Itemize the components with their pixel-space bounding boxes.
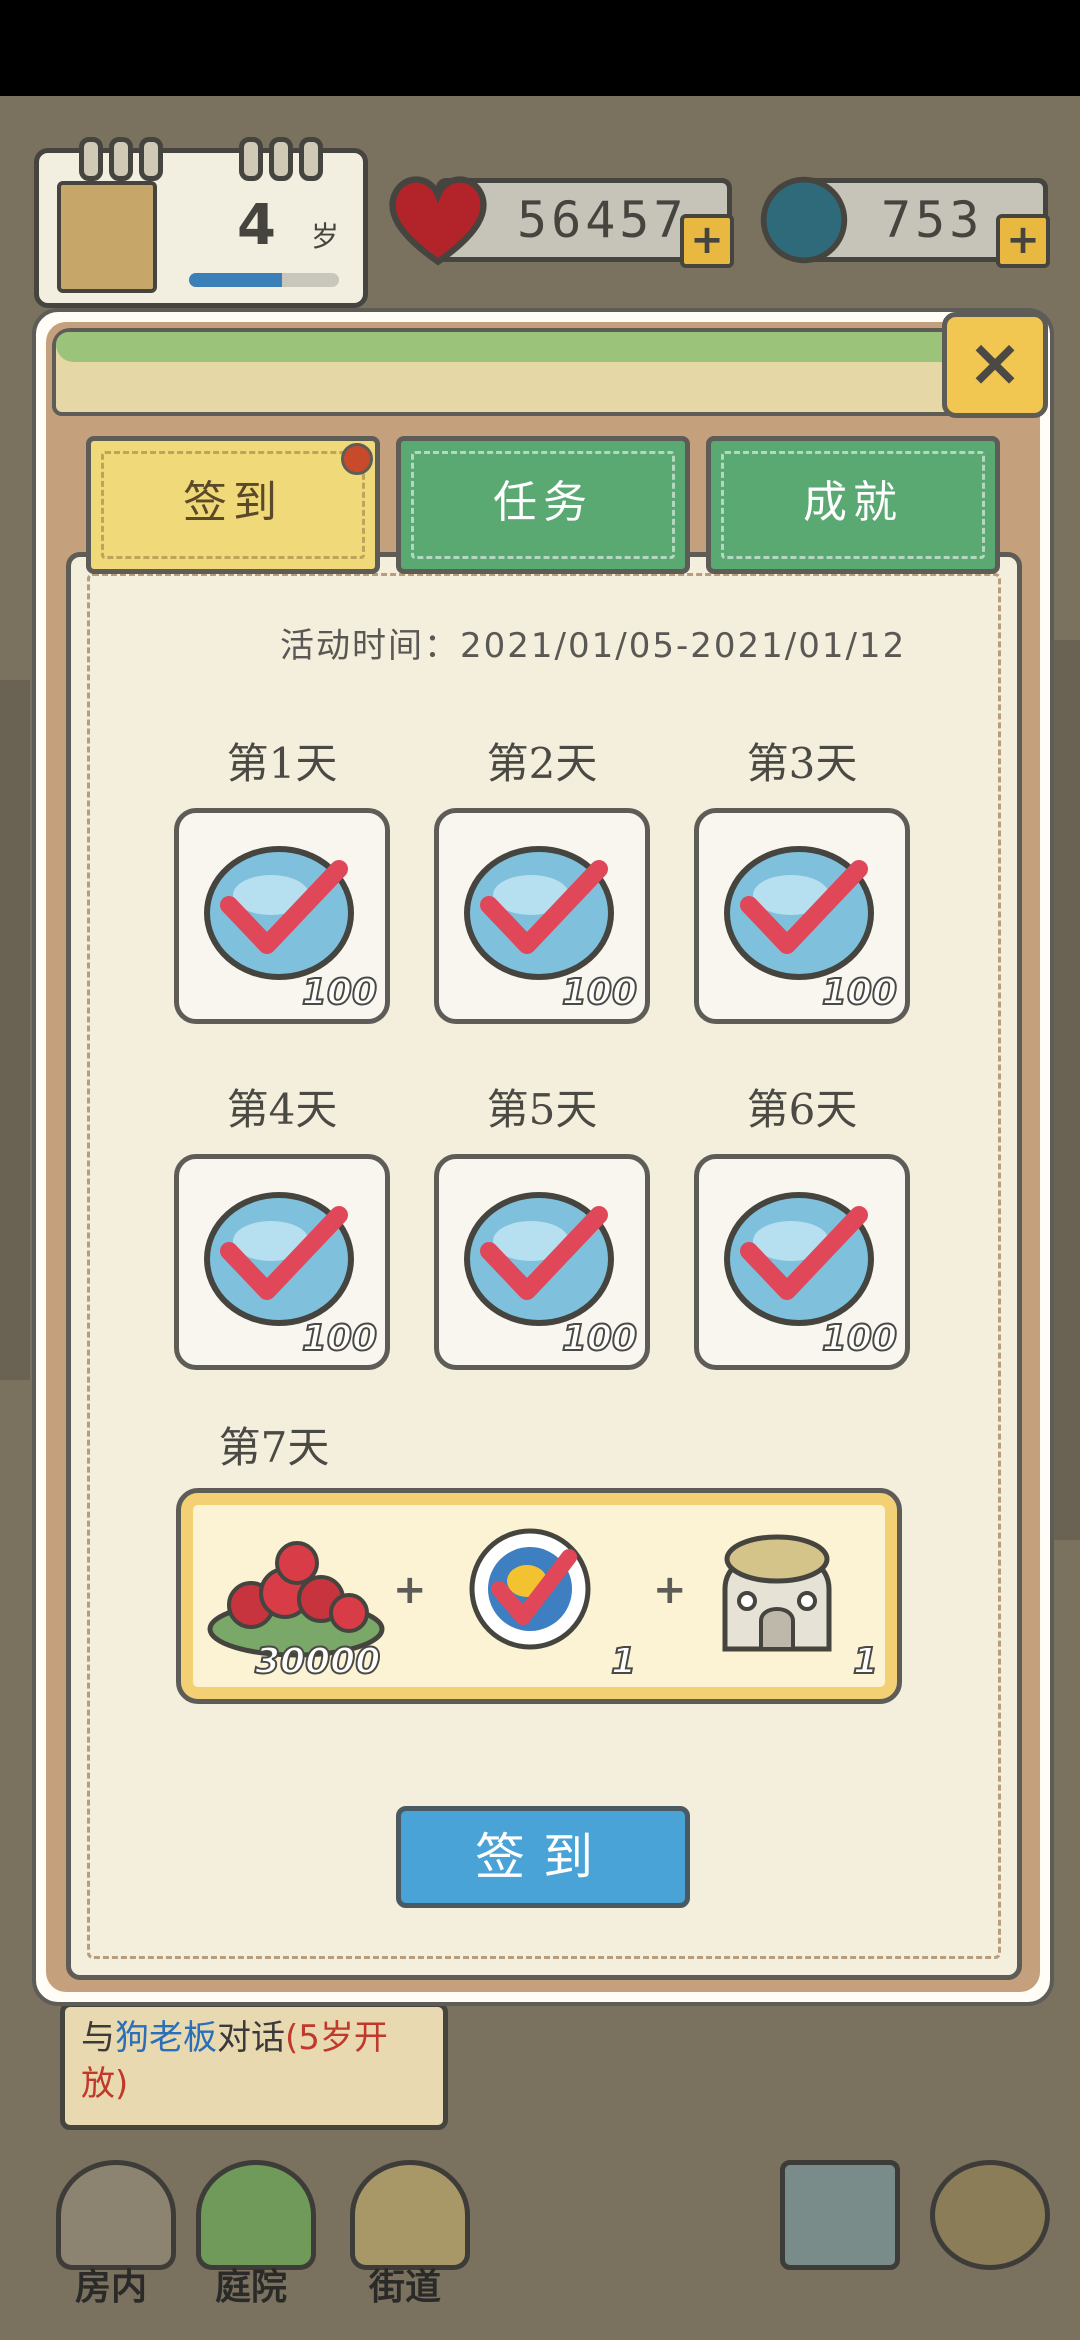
- status-bar: [0, 0, 1080, 96]
- nav-room-label: 房内: [74, 2267, 147, 2308]
- nav-room[interactable]: 房内: [46, 2150, 176, 2310]
- dome-house-icon: [722, 1534, 832, 1652]
- house-icon: [780, 2160, 900, 2270]
- return-arrow-icon: [930, 2160, 1050, 2270]
- day-1-label: 第1天: [226, 739, 338, 788]
- binder-ring: [79, 137, 103, 181]
- binder-ring: [299, 137, 323, 181]
- day-5-label: 第5天: [486, 1085, 598, 1134]
- nav-yard[interactable]: 庭院: [186, 2150, 316, 2310]
- hearts-reward-amount: 30000: [254, 1640, 381, 1683]
- binder-ring: [239, 137, 263, 181]
- bottle-cap-icon: [760, 176, 848, 264]
- day-1-reward[interactable]: 100: [174, 808, 390, 1024]
- home-button[interactable]: [770, 2150, 900, 2310]
- day-4-label: 第4天: [226, 1085, 338, 1134]
- tab-tasks[interactable]: 任务: [396, 436, 690, 574]
- day-4-amount: 100: [301, 1317, 378, 1360]
- day-3-amount: 100: [821, 971, 898, 1014]
- age-unit: 岁: [311, 220, 340, 253]
- day-4-reward[interactable]: 100: [174, 1154, 390, 1370]
- binder-ring: [269, 137, 293, 181]
- age-progress-fill: [189, 273, 282, 287]
- add-hearts-button[interactable]: +: [680, 214, 734, 268]
- day-7-reward[interactable]: 30000 + 1 + 1: [176, 1488, 902, 1704]
- door-icon: [56, 2160, 176, 2270]
- tab-stitch: [721, 451, 985, 559]
- day-5-amount: 100: [561, 1317, 638, 1360]
- dialog-header-grass: [52, 328, 1042, 416]
- age-progress-bar: [189, 273, 339, 287]
- tab-achievements[interactable]: 成就: [706, 436, 1000, 574]
- plus-sign: +: [653, 1567, 687, 1613]
- caps-value: 753: [881, 191, 984, 249]
- quest-middle: 对话: [217, 2018, 285, 2058]
- tab-stitch: [411, 451, 675, 559]
- profile-card[interactable]: 4 岁: [34, 137, 368, 308]
- day-2-amount: 100: [561, 971, 638, 1014]
- return-button[interactable]: [920, 2150, 1050, 2310]
- nav-street-label: 街道: [368, 2267, 441, 2308]
- frog-avatar: [57, 181, 157, 293]
- background-shelf: [0, 680, 30, 1380]
- day-6-amount: 100: [821, 1317, 898, 1360]
- day-1-amount: 100: [301, 971, 378, 1014]
- tree-icon: [196, 2160, 316, 2270]
- house-reward-amount: 1: [852, 1640, 879, 1683]
- heart-icon: [389, 176, 487, 266]
- event-time: 活动时间：2021/01/05-2021/01/12: [280, 626, 907, 666]
- tab-stitch: [101, 451, 365, 559]
- day-2-reward[interactable]: 100: [434, 808, 650, 1024]
- quest-prefix: 与: [81, 2018, 115, 2058]
- nav-street[interactable]: 街道: [340, 2150, 470, 2310]
- quest-text: 与狗老板对话(5岁开放): [81, 2015, 431, 2107]
- day-5-reward[interactable]: 100: [434, 1154, 650, 1370]
- egg-reward-amount: 1: [610, 1640, 637, 1683]
- quest-banner[interactable]: 与狗老板对话(5岁开放): [60, 2002, 448, 2130]
- grass-strip: [56, 332, 1038, 362]
- sign-in-button[interactable]: 签到: [396, 1806, 690, 1908]
- notification-dot: [341, 443, 373, 475]
- binder-ring: [109, 137, 133, 181]
- day-3-label: 第3天: [746, 739, 858, 788]
- age-value: 4: [237, 193, 276, 258]
- day-7-label: 第7天: [218, 1423, 330, 1472]
- background-wall: [1050, 640, 1080, 1540]
- tab-sign-in[interactable]: 签到: [86, 436, 380, 574]
- hearts-value: 56457: [517, 191, 688, 249]
- day-6-label: 第6天: [746, 1085, 858, 1134]
- fried-egg-plate-icon: [469, 1528, 591, 1650]
- binder-ring: [139, 137, 163, 181]
- signpost-icon: [350, 2160, 470, 2270]
- close-button[interactable]: ×: [942, 312, 1048, 418]
- plus-sign: +: [393, 1567, 427, 1613]
- day-3-reward[interactable]: 100: [694, 808, 910, 1024]
- day-6-reward[interactable]: 100: [694, 1154, 910, 1370]
- add-caps-button[interactable]: +: [996, 214, 1050, 268]
- quest-npc-name: 狗老板: [115, 2018, 217, 2058]
- day-2-label: 第2天: [486, 739, 598, 788]
- nav-yard-label: 庭院: [214, 2267, 287, 2308]
